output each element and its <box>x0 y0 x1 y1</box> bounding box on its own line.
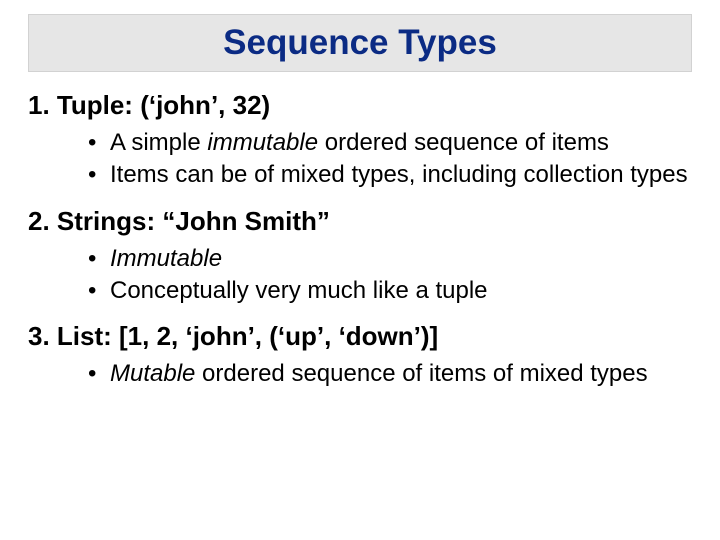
bullet-text-pre: A simple <box>110 129 207 156</box>
section-heading-tuple: 1. Tuple: (‘john’, 32) <box>28 90 692 121</box>
bullet-text-pre: Items can be of mixed types, including c… <box>110 161 688 188</box>
bullet-text-pre: Conceptually very much like a tuple <box>110 277 488 304</box>
list-item: Mutable ordered sequence of items of mix… <box>88 358 692 390</box>
list-item: Items can be of mixed types, including c… <box>88 159 692 191</box>
bullet-text-emph: Immutable <box>110 245 222 272</box>
bullet-list: Immutable Conceptually very much like a … <box>28 243 692 308</box>
slide: Sequence Types 1. Tuple: (‘john’, 32) A … <box>0 0 720 540</box>
title-bar: Sequence Types <box>28 14 692 72</box>
list-item: Conceptually very much like a tuple <box>88 275 692 307</box>
slide-title: Sequence Types <box>29 23 691 63</box>
list-item: A simple immutable ordered sequence of i… <box>88 127 692 159</box>
bullet-text-post: ordered sequence of items <box>318 129 609 156</box>
list-item: Immutable <box>88 243 692 275</box>
bullet-list: A simple immutable ordered sequence of i… <box>28 127 692 192</box>
bullet-list: Mutable ordered sequence of items of mix… <box>28 358 692 390</box>
bullet-text-post: ordered sequence of items of mixed types <box>195 360 647 387</box>
bullet-text-emph: immutable <box>207 129 318 156</box>
section-heading-list: 3. List: [1, 2, ‘john’, (‘up’, ‘down’)] <box>28 321 692 352</box>
section-heading-strings: 2. Strings: “John Smith” <box>28 206 692 237</box>
bullet-text-emph: Mutable <box>110 360 195 387</box>
